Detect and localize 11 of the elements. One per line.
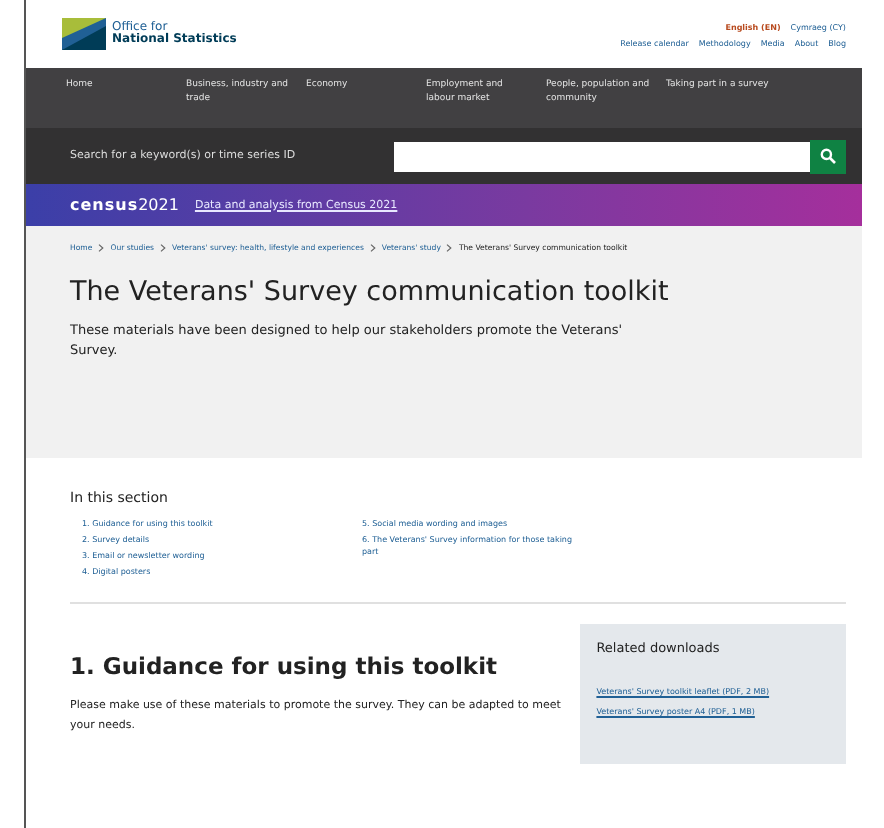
search-icon bbox=[820, 148, 836, 164]
chevron-icon bbox=[160, 243, 167, 251]
census-logo[interactable]: census2021 bbox=[70, 196, 179, 214]
chevron-icon bbox=[446, 243, 453, 251]
chevron-icon bbox=[98, 243, 105, 251]
search-button[interactable] bbox=[810, 139, 846, 173]
content-heading: 1. Guidance for using this toolkit bbox=[70, 652, 500, 680]
page-title: The Veterans' Survey communication toolkit bbox=[70, 276, 671, 308]
logo-icon bbox=[62, 18, 106, 50]
chevron-icon bbox=[369, 243, 376, 251]
search-field[interactable] bbox=[394, 141, 810, 171]
